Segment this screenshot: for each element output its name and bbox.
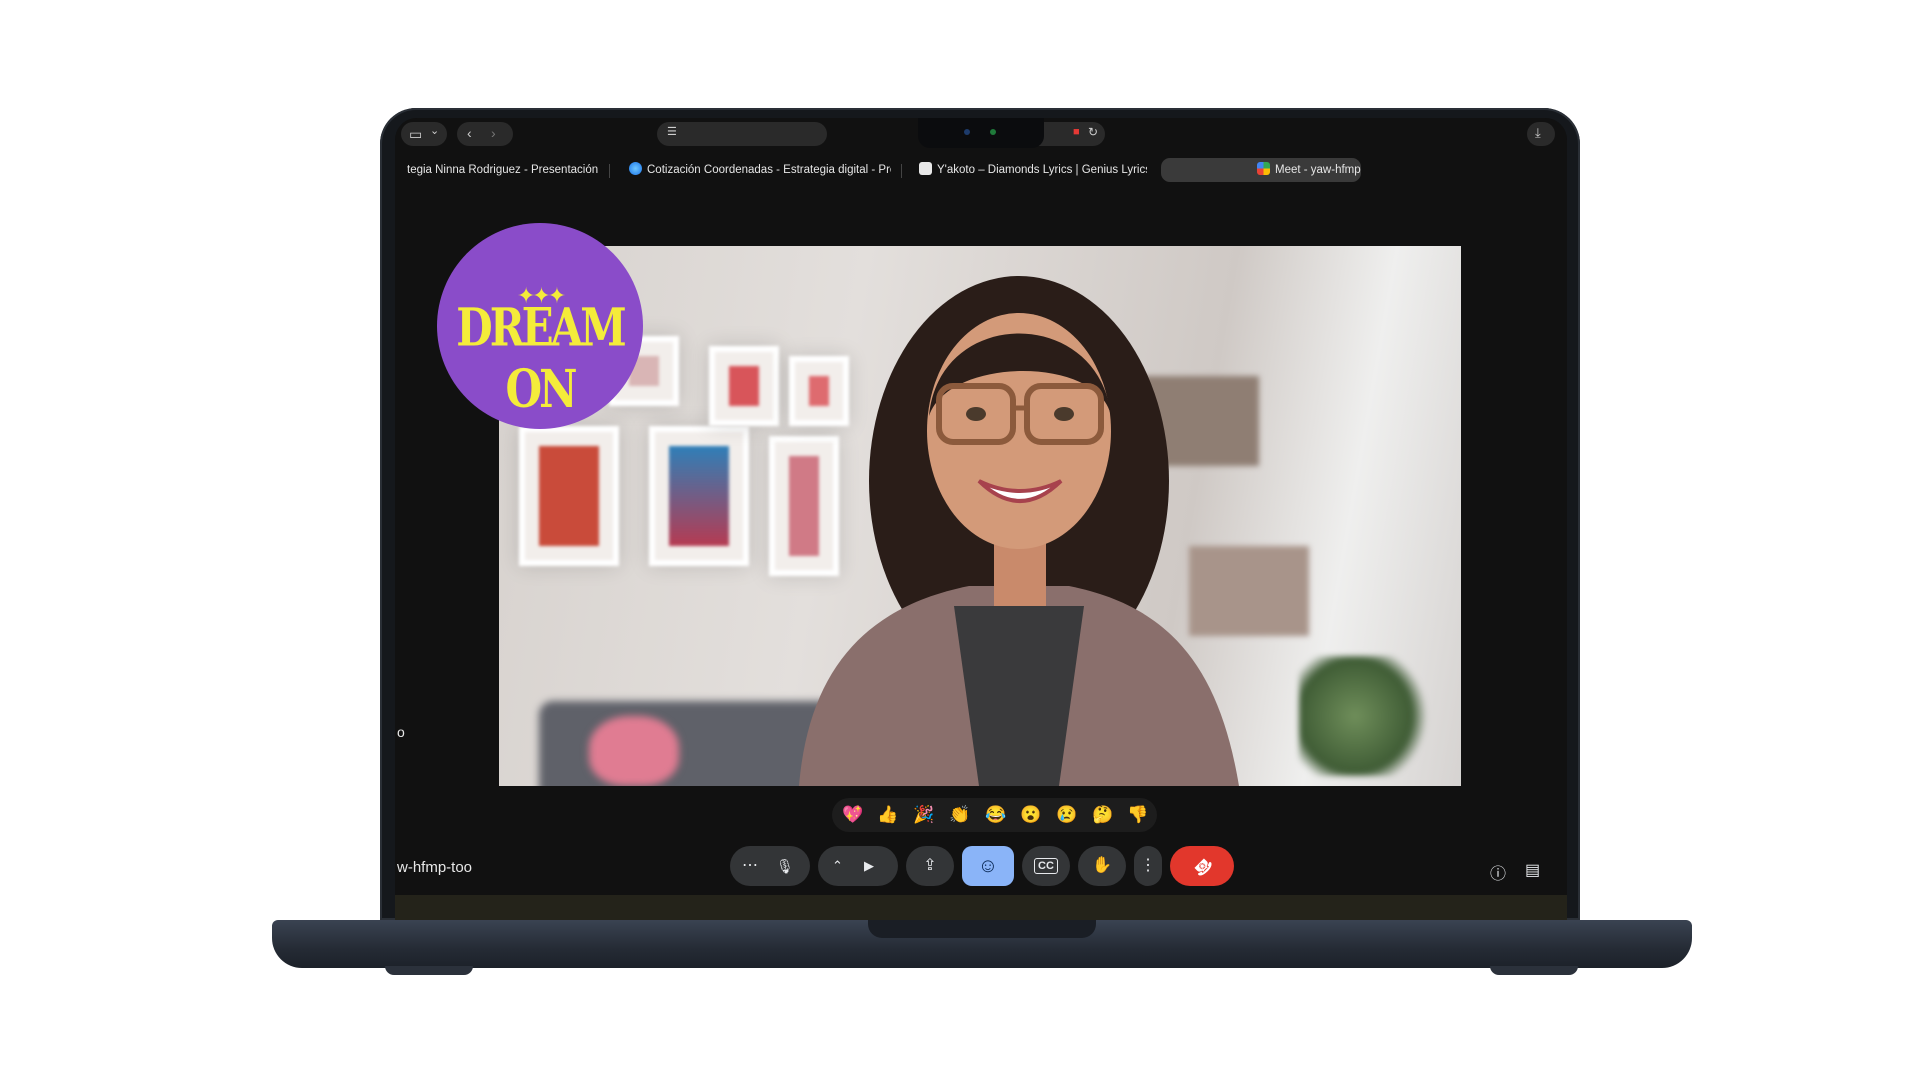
- camera-recording-icon[interactable]: ■: [1073, 127, 1080, 138]
- laptop-opening-groove: [868, 920, 1096, 938]
- tab-separator: [609, 164, 610, 178]
- camera-notch: [918, 118, 1044, 148]
- captions-icon: CC: [1034, 858, 1058, 874]
- address-bar-left[interactable]: ☰: [657, 122, 827, 146]
- tab-genius[interactable]: Y'akoto – Diamonds Lyrics | Genius Lyric…: [919, 158, 1147, 182]
- meeting-info-icon[interactable]: ⓘ: [1490, 860, 1506, 884]
- microphone-icon[interactable]: 🎙: [776, 846, 794, 886]
- nav-buttons: ‹ ›: [457, 122, 513, 146]
- present-screen-icon: ⇪: [923, 857, 937, 874]
- tab-cotizacion[interactable]: Cotización Coordenadas - Estrategia digi…: [629, 158, 891, 182]
- screen-bottom-bezel: [395, 895, 1567, 921]
- tab-presentation[interactable]: tegia Ninna Rodriguez - Presentación: [407, 158, 607, 182]
- tab-title: Y'akoto – Diamonds Lyrics | Genius Lyric…: [937, 164, 1147, 176]
- meet-favicon-icon: [1257, 162, 1270, 175]
- tab-title: Cotización Coordenadas - Estrategia digi…: [647, 164, 891, 176]
- more-options-button[interactable]: ⋮: [1134, 846, 1162, 886]
- laptop-foot: [1490, 966, 1578, 975]
- chevron-down-icon[interactable]: ⌄: [430, 126, 439, 137]
- camera-lens: [964, 129, 970, 135]
- participant-person: [799, 276, 1239, 786]
- raise-hand-icon: ✋: [1092, 857, 1112, 874]
- camera-group: ⌃ ▶: [818, 846, 898, 886]
- more-vert-icon: ⋮: [1140, 857, 1156, 874]
- reaction-sad-icon[interactable]: 😢: [1056, 804, 1077, 826]
- download-button[interactable]: ⤓: [1527, 122, 1555, 146]
- forward-icon[interactable]: ›: [491, 126, 496, 140]
- back-icon[interactable]: ‹: [467, 126, 472, 140]
- meeting-code: w-hfmp-too: [397, 859, 473, 876]
- reaction-thinking-icon[interactable]: 🤔: [1092, 804, 1113, 826]
- tab-title: Meet - yaw-hfmp-too: [1275, 164, 1361, 176]
- page: ▭ ⌄ ‹ › ☰ ■ ↻ ⤓ tegia Ninna Rodriguez - …: [0, 0, 1920, 1080]
- reaction-laugh-icon[interactable]: 😂: [985, 804, 1006, 826]
- tab-title: tegia Ninna Rodriguez - Presentación: [407, 164, 599, 176]
- laptop-screen: ▭ ⌄ ‹ › ☰ ■ ↻ ⤓ tegia Ninna Rodriguez - …: [395, 118, 1567, 918]
- leave-call-button[interactable]: ☎: [1170, 846, 1234, 886]
- site-settings-icon[interactable]: ☰: [667, 127, 677, 138]
- sidebar-toggle-group[interactable]: ▭ ⌄: [401, 122, 447, 146]
- reaction-heart-icon[interactable]: 💖: [842, 804, 863, 826]
- more-audio-options-icon[interactable]: ⋯: [742, 846, 758, 886]
- end-call-icon: ☎: [1189, 853, 1216, 880]
- participant-video: [499, 246, 1461, 786]
- reaction-thumbs-down-icon[interactable]: 👎: [1127, 804, 1148, 826]
- reaction-surprised-icon[interactable]: 😮: [1020, 804, 1041, 826]
- laptop-foot: [385, 966, 473, 975]
- tab-separator: [901, 164, 902, 178]
- reactions-button[interactable]: ☺: [962, 846, 1014, 886]
- genius-favicon-icon: [919, 162, 932, 175]
- truncated-label: o: [397, 724, 405, 740]
- captions-button[interactable]: CC: [1022, 846, 1070, 886]
- sidebar-icon[interactable]: ▭: [409, 127, 422, 141]
- tab-meet[interactable]: Meet - yaw-hfmp-too: [1161, 158, 1361, 182]
- presentation-favicon-icon: [629, 162, 642, 175]
- reaction-clap-icon[interactable]: 👏: [949, 804, 970, 826]
- emoji-icon: ☺: [977, 855, 999, 877]
- tab-bar: tegia Ninna Rodriguez - Presentación Cot…: [395, 154, 1567, 184]
- chat-icon[interactable]: ▤: [1525, 860, 1540, 880]
- reload-icon[interactable]: ↻: [1088, 126, 1098, 138]
- raise-hand-button[interactable]: ✋: [1078, 846, 1126, 886]
- dream-on-logo: ✦✦✦ DREAM ON: [437, 223, 643, 429]
- logo-text: DREAM ON: [456, 296, 626, 420]
- reaction-thumbs-up-icon[interactable]: 👍: [877, 804, 898, 826]
- present-button[interactable]: ⇪: [906, 846, 954, 886]
- audio-group: ⋯ 🎙: [730, 846, 810, 886]
- reaction-party-icon[interactable]: 🎉: [913, 804, 934, 826]
- camera-options-icon[interactable]: ⌃: [832, 846, 843, 886]
- camera-icon[interactable]: ▶: [864, 846, 874, 886]
- download-icon[interactable]: ⤓: [1535, 126, 1541, 139]
- reactions-bar: 💖 👍 🎉 👏 😂 😮 😢 🤔 👎: [832, 798, 1157, 832]
- camera-indicator-light: [990, 129, 996, 135]
